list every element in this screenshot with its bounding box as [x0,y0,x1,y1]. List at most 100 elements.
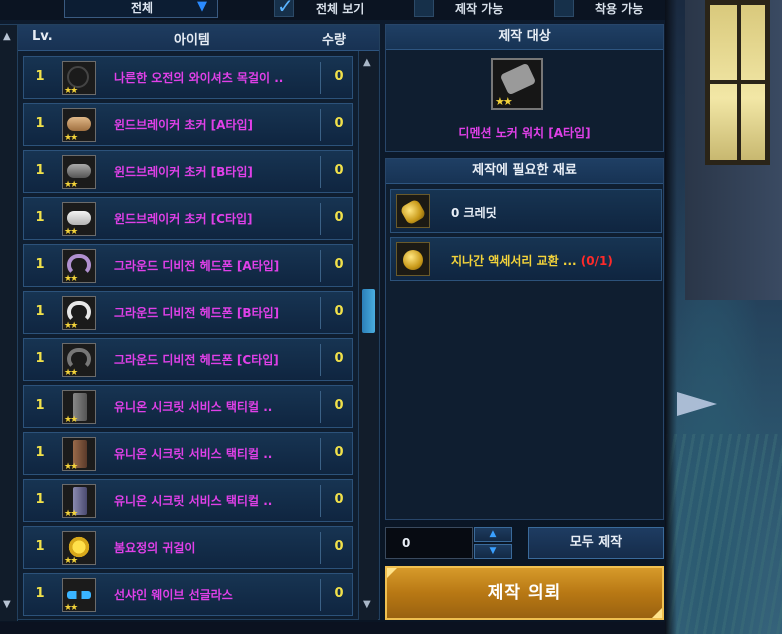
tactical-brown-icon: ★★ [62,437,96,471]
scroll-down-icon[interactable]: ▼ [3,599,11,610]
item-level: 1 [35,210,45,225]
item-level: 1 [35,163,45,178]
credit-coin-icon [396,194,430,228]
item-quantity: 0 [334,304,344,319]
material-row[interactable]: 지나간 액세서리 교환 ... (0/1) [390,237,662,281]
item-name: 나른한 오전의 와이셔츠 목걸이 .. [114,71,284,85]
scroll-up-icon[interactable]: ▲ [363,57,371,68]
list-item[interactable]: 1 ★★ 윈드브레이커 초커 [C타입] 0 [23,197,353,240]
item-name: 유니온 시크릿 서비스 택티컬 .. [114,494,273,508]
crafting-window: { "filter": { "category_label": "전체", "o… [0,0,782,634]
list-item[interactable]: 1 ★★ 그라운드 디비전 헤드폰 [A타입] 0 [23,244,353,287]
choker-white-icon: ★★ [62,202,96,236]
header-item: 아이템 [174,33,210,48]
list-item[interactable]: 1 ★★ 나른한 오전의 와이셔츠 목걸이 .. 0 [23,56,353,99]
quantity-input[interactable]: 0 [385,527,473,559]
row-divider [320,391,321,423]
exchange-coin-icon [396,242,430,276]
quantity-value: 0 [402,536,411,550]
shirt-necklace-icon: ★★ [62,61,96,95]
category-dropdown[interactable]: 전체 ▼ [64,0,218,18]
item-level: 1 [35,586,45,601]
list-item[interactable]: 1 ★★ 선샤인 웨이브 선글라스 0 [23,573,353,616]
material-count: (0/1) [580,254,613,268]
row-divider [320,438,321,470]
outer-scrollbar[interactable]: ▲ ▼ [0,25,18,621]
list-item[interactable]: 1 ★★ 그라운드 디비전 헤드폰 [B타입] 0 [23,291,353,334]
row-divider [320,109,321,141]
list-item[interactable]: 1 ★★ 유니온 시크릿 서비스 택티컬 .. 0 [23,479,353,522]
item-name: 윈드브레이커 초커 [B타입] [114,165,253,179]
tactical-blue-icon: ★★ [62,484,96,518]
item-level: 1 [35,398,45,413]
dropdown-arrow-icon: ▼ [197,0,207,14]
checkbox-equippable[interactable] [554,0,574,17]
item-name: 그라운드 디비전 헤드폰 [A타입] [114,259,280,273]
material-row[interactable]: 0 크레딧 [390,189,662,233]
list-item[interactable]: 1 ★★ 유니온 시크릿 서비스 택티컬 .. 0 [23,385,353,428]
list-item[interactable]: 1 ★★ 유니온 시크릿 서비스 택티컬 .. 0 [23,432,353,475]
headphone-purple-icon: ★★ [62,249,96,283]
material-label: 0 크레딧 [451,206,497,220]
craft-request-label: 제작 의뢰 [487,583,562,603]
item-quantity: 0 [334,163,344,178]
choker-tan-icon: ★★ [62,108,96,142]
header-quantity: 수량 [322,33,346,48]
quantity-decrease-button[interactable]: ▼ [474,544,512,559]
craft-request-button[interactable]: 제작 의뢰 [385,566,664,620]
item-quantity: 0 [334,398,344,413]
item-quantity: 0 [334,539,344,554]
checkbox-craftable[interactable] [414,0,434,17]
item-level: 1 [35,69,45,84]
item-level: 1 [35,351,45,366]
item-name: 윈드브레이커 초커 [A타입] [114,118,254,132]
quantity-increase-button[interactable]: ▲ [474,527,512,542]
item-level: 1 [35,445,45,460]
list-item[interactable]: 1 ★★ 봄요정의 귀걸이 0 [23,526,353,569]
arrow-indicator-icon [677,392,717,416]
category-dropdown-label: 전체 [131,1,154,15]
item-quantity: 0 [334,445,344,460]
material-label: 지나간 액세서리 교환 ... (0/1) [451,252,613,269]
checkbox-show-all-label: 전체 보기 [316,2,365,16]
item-list-scrollbar[interactable]: ▲ ▼ [358,51,378,620]
tactical-gray-icon: ★★ [62,390,96,424]
background-window [705,0,770,165]
row-divider [320,532,321,564]
checkbox-craftable-label: 제작 가능 [455,2,504,16]
scrollbar-thumb[interactable] [362,289,375,333]
item-rows: 1 ★★ 나른한 오전의 와이셔츠 목걸이 .. 0 1 ★★ 윈드브레이커 초… [18,51,358,620]
headphone-black-icon: ★★ [62,343,96,377]
background-grass [665,434,782,634]
item-name: 그라운드 디비전 헤드폰 [B타입] [114,306,280,320]
item-quantity: 0 [334,351,344,366]
item-name: 선샤인 웨이브 선글라스 [114,588,233,602]
checkmark-icon: ✓ [277,0,294,18]
item-name: 유니온 시크릿 서비스 택티컬 .. [114,400,273,414]
craft-all-button[interactable]: 모두 제작 [528,527,664,559]
headphone-white-icon: ★★ [62,296,96,330]
list-item[interactable]: 1 ★★ 그라운드 디비전 헤드폰 [C타입] 0 [23,338,353,381]
checkbox-show-all[interactable]: ✓ [274,0,294,18]
scroll-down-icon[interactable]: ▼ [363,599,371,610]
list-header: Lv. 아이템 수량 [18,25,379,51]
scroll-up-icon[interactable]: ▲ [3,31,11,42]
row-divider [320,485,321,517]
item-name: 그라운드 디비전 헤드폰 [C타입] [114,353,279,367]
sunglasses-icon: ★★ [62,578,96,612]
watch-icon[interactable]: ★★ [491,58,543,110]
row-divider [320,156,321,188]
required-materials-panel: 제작에 필요한 재료 0 크레딧 지나간 액세서리 교환 ... (0/1) [385,158,664,520]
item-name: 윈드브레이커 초커 [C타입] [114,212,253,226]
row-divider [320,62,321,94]
item-quantity: 0 [334,492,344,507]
item-name: 봄요정의 귀걸이 [114,541,196,555]
material-name: 지나간 액세서리 교환 ... [451,254,581,268]
list-item[interactable]: 1 ★★ 윈드브레이커 초커 [A타입] 0 [23,103,353,146]
list-item[interactable]: 1 ★★ 윈드브레이커 초커 [B타입] 0 [23,150,353,193]
item-quantity: 0 [334,69,344,84]
row-divider [320,250,321,282]
filter-bar: 전체 ▼ ✓ 전체 보기 제작 가능 착용 가능 [0,0,665,20]
item-quantity: 0 [334,257,344,272]
craft-target-title: 제작 대상 [386,25,663,50]
